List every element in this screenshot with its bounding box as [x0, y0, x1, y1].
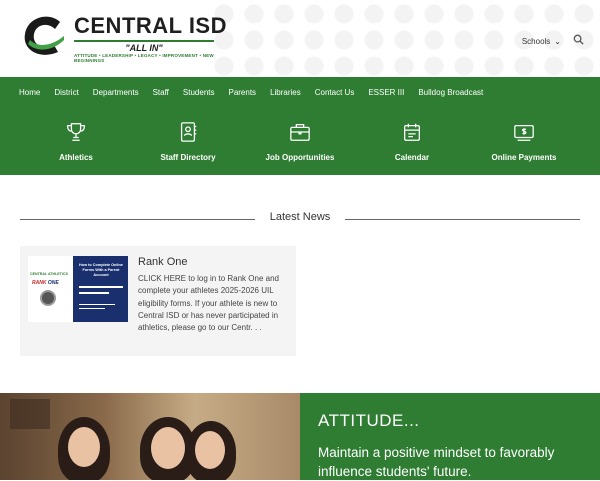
chevron-down-icon: ⌄	[554, 36, 561, 46]
main-nav: Home District Departments Staff Students…	[0, 77, 600, 107]
nav-parents[interactable]: Parents	[221, 88, 263, 97]
quick-links: Athletics Staff Directory Job Opportunit…	[0, 107, 600, 175]
nav-home[interactable]: Home	[12, 88, 47, 97]
rank-one-logo: RANK ONE	[32, 280, 59, 286]
quick-link-label: Staff Directory	[160, 152, 216, 162]
hero-title: ATTITUDE...	[318, 411, 420, 430]
briefcase-icon	[290, 123, 310, 141]
news-card-body: CLICK HERE to log in to Rank One and com…	[138, 274, 279, 333]
logo-mark	[20, 14, 68, 58]
logo-divider	[74, 40, 214, 42]
divider-right	[345, 219, 580, 220]
schools-label: Schools	[521, 36, 551, 46]
seal-icon	[40, 290, 56, 306]
quick-link-label: Job Opportunities	[265, 152, 335, 162]
calendar-icon	[404, 123, 420, 141]
district-tagline: ATTITUDE • LEADERSHIP • LEGACY • IMPROVE…	[74, 53, 214, 63]
news-card[interactable]: CENTRAL ATHLETICS RANK ONE How to Comple…	[20, 246, 296, 356]
quick-link-label: Calendar	[394, 152, 430, 162]
image-label: CENTRAL ATHLETICS	[30, 272, 68, 276]
image-heading: How to Complete Online Forms With a Pare…	[79, 263, 123, 277]
directory-icon	[180, 121, 197, 142]
quick-link-label: Online Payments	[491, 152, 557, 162]
district-motto: "ALL IN"	[125, 43, 163, 53]
payment-icon	[514, 124, 534, 141]
nav-esser-iii[interactable]: ESSER III	[361, 88, 411, 97]
nav-bulldog-broadcast[interactable]: Bulldog Broadcast	[411, 88, 490, 97]
hero-description: Maintain a positive mindset to favorably…	[318, 445, 555, 479]
trophy-icon	[67, 122, 85, 141]
quick-link-calendar[interactable]: Calendar	[362, 121, 462, 162]
news-card-image[interactable]: CENTRAL ATHLETICS RANK ONE How to Comple…	[28, 256, 128, 322]
latest-news-title: Latest News	[269, 211, 331, 223]
latest-news-header: Latest News	[0, 197, 600, 247]
quick-link-online-payments[interactable]: Online Payments	[474, 121, 574, 162]
hero-section: ATTITUDE... Maintain a positive mindset …	[0, 393, 600, 480]
district-name: CENTRAL ISD	[74, 13, 227, 38]
search-icon[interactable]	[573, 32, 584, 50]
news-card-title[interactable]: Rank One	[138, 256, 188, 268]
nav-contact-us[interactable]: Contact Us	[308, 88, 362, 97]
schools-dropdown[interactable]: Schools ⌄	[522, 37, 561, 46]
nav-libraries[interactable]: Libraries	[263, 88, 308, 97]
quick-link-job-opportunities[interactable]: Job Opportunities	[250, 121, 350, 162]
nav-students[interactable]: Students	[176, 88, 222, 97]
site-header: CENTRAL ISD "ALL IN" ATTITUDE • LEADERSH…	[0, 0, 600, 77]
quick-link-athletics[interactable]: Athletics	[26, 121, 126, 162]
nav-district[interactable]: District	[47, 88, 85, 97]
quick-link-staff-directory[interactable]: Staff Directory	[138, 121, 238, 162]
district-logo[interactable]: CENTRAL ISD "ALL IN" ATTITUDE • LEADERSH…	[20, 14, 227, 63]
hero-photo	[0, 393, 300, 480]
quick-link-label: Athletics	[59, 152, 93, 162]
nav-departments[interactable]: Departments	[86, 88, 146, 97]
nav-staff[interactable]: Staff	[146, 88, 176, 97]
